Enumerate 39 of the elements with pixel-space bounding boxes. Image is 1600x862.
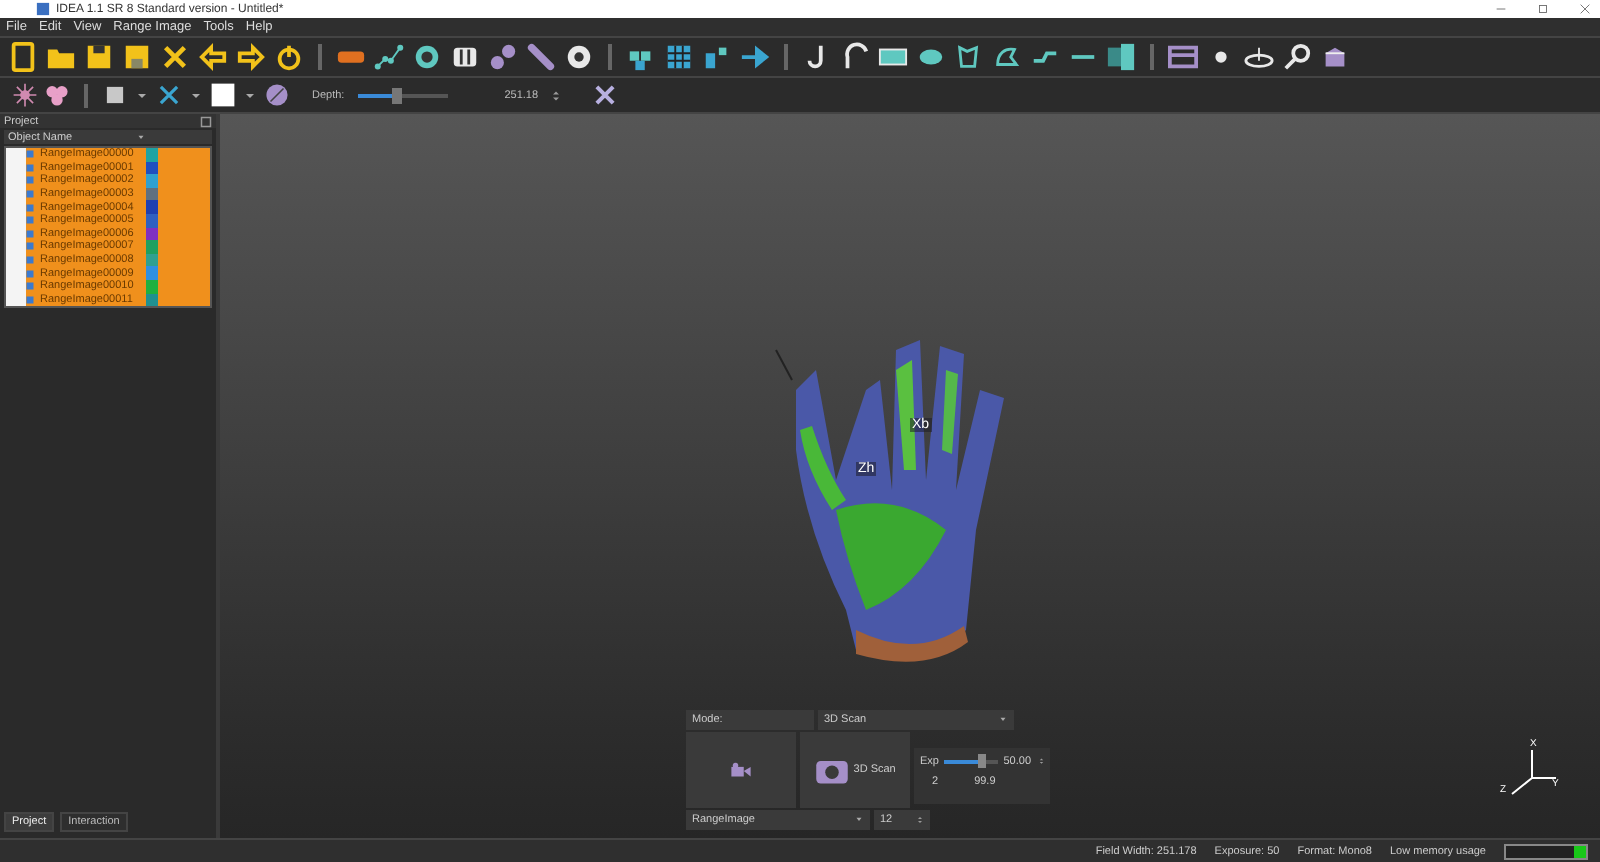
scatter-cross-icon[interactable] bbox=[156, 82, 182, 108]
app-logo-icon bbox=[36, 2, 50, 16]
restore-icon[interactable] bbox=[1536, 2, 1550, 16]
caret-icon bbox=[998, 714, 1008, 724]
polygon-icon[interactable] bbox=[954, 42, 984, 72]
swatch-icon[interactable] bbox=[210, 82, 236, 108]
power-icon[interactable] bbox=[274, 42, 304, 72]
memory-meter bbox=[1504, 843, 1588, 859]
crossed-tools-icon[interactable] bbox=[592, 82, 619, 108]
cross-icon[interactable] bbox=[160, 42, 190, 72]
video-button[interactable] bbox=[686, 732, 796, 808]
dropdown-caret-icon[interactable] bbox=[136, 132, 147, 142]
sphere-icon[interactable] bbox=[264, 82, 290, 108]
grid-icon[interactable] bbox=[664, 42, 694, 72]
split-panel-icon[interactable] bbox=[1106, 42, 1136, 72]
square-icon[interactable] bbox=[102, 82, 128, 108]
disc-icon[interactable] bbox=[1244, 42, 1274, 72]
arrow-left-icon[interactable] bbox=[198, 42, 228, 72]
pillar-icon[interactable] bbox=[450, 42, 480, 72]
freeform-icon[interactable] bbox=[992, 42, 1022, 72]
connected-dots-icon[interactable] bbox=[374, 42, 404, 72]
arrow-right-icon[interactable] bbox=[740, 42, 770, 72]
eyeball-icon[interactable] bbox=[564, 42, 594, 72]
globe-icon[interactable] bbox=[412, 42, 442, 72]
curve-icon[interactable] bbox=[840, 42, 870, 72]
spiky-star-icon[interactable] bbox=[12, 82, 38, 108]
cube-icon[interactable] bbox=[1320, 42, 1350, 72]
caret-icon bbox=[854, 814, 864, 824]
window-icon[interactable] bbox=[1168, 42, 1198, 72]
video-camera-icon bbox=[729, 759, 752, 781]
arrow-right-icon[interactable] bbox=[236, 42, 266, 72]
bone-icon[interactable] bbox=[526, 42, 556, 72]
flower-icon[interactable] bbox=[44, 82, 70, 108]
magnifier-icon[interactable] bbox=[1282, 42, 1312, 72]
float-panel-icon[interactable] bbox=[200, 115, 212, 127]
two-spheres-icon[interactable] bbox=[488, 42, 518, 72]
document-icon[interactable] bbox=[8, 42, 38, 72]
close-icon[interactable] bbox=[1578, 2, 1592, 16]
scatter-cubes-icon[interactable] bbox=[702, 42, 732, 72]
